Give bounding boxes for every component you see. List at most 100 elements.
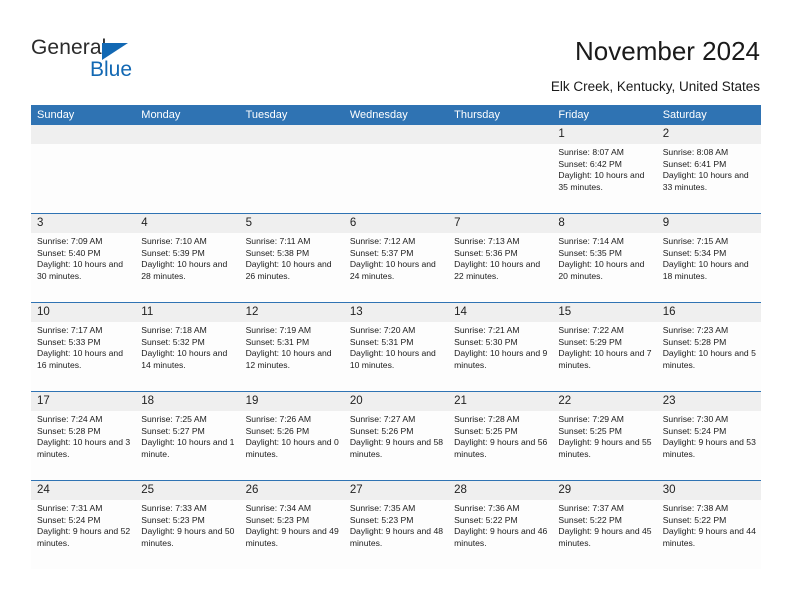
sunset-text: Sunset: 5:26 PM — [349, 425, 414, 436]
day-number-band — [31, 125, 136, 144]
calendar-day-cell[interactable]: 24 Sunrise: 7:31 AM Sunset: 5:24 PM Dayligh… — [31, 481, 136, 569]
day-number: 1 — [558, 128, 565, 140]
day-sun-info: Sunrise: 7:23 AM Sunset: 5:28 PM Daylight:… — [657, 322, 761, 371]
day-number: 22 — [558, 395, 572, 407]
calendar-day-cell[interactable]: 23 Sunrise: 7:30 AM Sunset: 5:24 PM Dayligh… — [656, 392, 761, 480]
daylight-text: Daylight: 10 hours and 33 minutes. — [662, 170, 749, 192]
page-header: General Blue November 2024 Elk Creek, Ke… — [0, 0, 792, 100]
calendar-week-row: 10 Sunrise: 7:17 AM Sunset: 5:33 PM Dayligh… — [31, 302, 761, 391]
day-number: 30 — [662, 484, 676, 496]
sunset-text: Sunset: 5:34 PM — [662, 247, 727, 258]
sunrise-text: Sunrise: 7:31 AM — [37, 503, 103, 513]
calendar-day-cell[interactable]: 6 Sunrise: 7:12 AM Sunset: 5:37 PM Daylight… — [343, 214, 449, 302]
day-number: 7 — [454, 217, 461, 229]
day-number-band: 11 — [135, 303, 240, 322]
day-sun-info: Sunrise: 8:07 AM Sunset: 6:42 PM Daylight:… — [552, 144, 656, 193]
day-number-band: 24 — [31, 481, 136, 500]
calendar-day-cell[interactable]: 8 Sunrise: 7:14 AM Sunset: 5:35 PM Daylight… — [552, 214, 657, 302]
day-sun-info: Sunrise: 7:17 AM Sunset: 5:33 PM Daylight:… — [31, 322, 135, 371]
daylight-text: Daylight: 9 hours and 58 minutes. — [349, 437, 444, 459]
day-number: 19 — [245, 395, 259, 407]
calendar-day-cell[interactable]: 2 Sunrise: 8:08 AM Sunset: 6:41 PM Daylight… — [656, 125, 761, 213]
calendar-day-cell[interactable]: 14 Sunrise: 7:21 AM Sunset: 5:30 PM Dayligh… — [448, 303, 553, 391]
calendar-day-cell[interactable]: 9 Sunrise: 7:15 AM Sunset: 5:34 PM Daylight… — [656, 214, 761, 302]
calendar-day-cell[interactable]: 4 Sunrise: 7:10 AM Sunset: 5:39 PM Daylight… — [135, 214, 240, 302]
calendar-day-cell[interactable]: 21 Sunrise: 7:28 AM Sunset: 5:25 PM Dayligh… — [448, 392, 553, 480]
calendar-day-cell[interactable]: 12 Sunrise: 7:19 AM Sunset: 5:31 PM Dayligh… — [239, 303, 344, 391]
sunset-text: Sunset: 5:25 PM — [558, 425, 622, 436]
day-sun-info: Sunrise: 7:27 AM Sunset: 5:26 PM Daylight:… — [344, 411, 448, 460]
sunrise-text: Sunrise: 7:28 AM — [454, 414, 520, 424]
day-sun-info: Sunrise: 7:22 AM Sunset: 5:29 PM Daylight:… — [552, 322, 656, 371]
day-number-band: 6 — [343, 214, 449, 233]
sunset-text: Sunset: 5:31 PM — [349, 336, 414, 347]
general-blue-logo[interactable]: General Blue — [31, 36, 211, 88]
sunrise-text: Sunrise: 7:20 AM — [349, 325, 416, 335]
day-sun-info: Sunrise: 7:10 AM Sunset: 5:39 PM Daylight:… — [135, 233, 239, 282]
daylight-text: Daylight: 9 hours and 56 minutes. — [454, 437, 548, 459]
calendar-day-cell[interactable]: 20 Sunrise: 7:27 AM Sunset: 5:26 PM Dayligh… — [343, 392, 449, 480]
calendar-day-cell[interactable]: 15 Sunrise: 7:22 AM Sunset: 5:29 PM Dayligh… — [552, 303, 657, 391]
sunset-text: Sunset: 5:24 PM — [37, 514, 101, 525]
day-sun-info: Sunrise: 7:26 AM Sunset: 5:26 PM Daylight:… — [240, 411, 344, 460]
calendar-day-cell[interactable]: 3 Sunrise: 7:09 AM Sunset: 5:40 PM Daylight… — [31, 214, 136, 302]
daylight-text: Daylight: 9 hours and 52 minutes. — [37, 526, 131, 548]
calendar-day-cell[interactable]: 19 Sunrise: 7:26 AM Sunset: 5:26 PM Dayligh… — [239, 392, 344, 480]
calendar-day-cell-empty — [239, 125, 344, 213]
calendar-day-cell[interactable]: 27 Sunrise: 7:35 AM Sunset: 5:23 PM Dayligh… — [343, 481, 449, 569]
daylight-text: Daylight: 10 hours and 16 minutes. — [37, 348, 123, 370]
day-number: 15 — [558, 306, 572, 318]
sunset-text: Sunset: 5:37 PM — [349, 247, 414, 258]
calendar-weeks: 1 Sunrise: 8:07 AM Sunset: 6:42 PM Daylight… — [31, 125, 761, 569]
sunrise-text: Sunrise: 8:07 AM — [558, 147, 624, 157]
day-number-band: 19 — [239, 392, 344, 411]
calendar-day-cell[interactable]: 16 Sunrise: 7:23 AM Sunset: 5:28 PM Dayligh… — [656, 303, 761, 391]
day-number-band: 17 — [31, 392, 136, 411]
calendar-day-cell[interactable]: 11 Sunrise: 7:18 AM Sunset: 5:32 PM Dayligh… — [135, 303, 240, 391]
calendar-day-cell[interactable]: 26 Sunrise: 7:34 AM Sunset: 5:23 PM Dayligh… — [239, 481, 344, 569]
calendar-day-cell[interactable]: 18 Sunrise: 7:25 AM Sunset: 5:27 PM Dayligh… — [135, 392, 240, 480]
weekday-header-sunday: Sunday — [37, 109, 75, 121]
day-sun-info: Sunrise: 7:25 AM Sunset: 5:27 PM Daylight:… — [135, 411, 239, 460]
daylight-text: Daylight: 10 hours and 1 minute. — [141, 437, 235, 459]
page-title: November 2024 — [575, 36, 760, 66]
calendar-day-cell[interactable]: 22 Sunrise: 7:29 AM Sunset: 5:25 PM Dayligh… — [552, 392, 657, 480]
day-sun-info: Sunrise: 7:36 AM Sunset: 5:22 PM Daylight:… — [448, 500, 552, 549]
sunset-text: Sunset: 5:40 PM — [37, 247, 101, 258]
calendar-day-cell[interactable]: 29 Sunrise: 7:37 AM Sunset: 5:22 PM Dayligh… — [552, 481, 657, 569]
daylight-text: Daylight: 10 hours and 10 minutes. — [349, 348, 436, 370]
calendar-day-cell[interactable]: 1 Sunrise: 8:07 AM Sunset: 6:42 PM Daylight… — [552, 125, 657, 213]
calendar-day-cell[interactable]: 25 Sunrise: 7:33 AM Sunset: 5:23 PM Dayligh… — [135, 481, 240, 569]
day-sun-info: Sunrise: 7:33 AM Sunset: 5:23 PM Daylight:… — [135, 500, 239, 549]
sunrise-text: Sunrise: 7:15 AM — [662, 236, 729, 246]
day-number-band: 27 — [343, 481, 449, 500]
sunrise-text: Sunrise: 7:35 AM — [349, 503, 416, 513]
calendar-day-cell[interactable]: 28 Sunrise: 7:36 AM Sunset: 5:22 PM Dayligh… — [448, 481, 553, 569]
day-sun-info: Sunrise: 7:19 AM Sunset: 5:31 PM Daylight:… — [240, 322, 344, 371]
sunset-text: Sunset: 5:32 PM — [141, 336, 205, 347]
sunrise-text: Sunrise: 7:25 AM — [141, 414, 207, 424]
daylight-text: Daylight: 9 hours and 45 minutes. — [558, 526, 652, 548]
calendar-day-cell-empty — [448, 125, 553, 213]
calendar-day-cell[interactable]: 30 Sunrise: 7:38 AM Sunset: 5:22 PM Dayligh… — [656, 481, 761, 569]
sunrise-text: Sunrise: 7:27 AM — [349, 414, 416, 424]
calendar-day-cell[interactable]: 5 Sunrise: 7:11 AM Sunset: 5:38 PM Daylight… — [239, 214, 344, 302]
sunset-text: Sunset: 5:22 PM — [662, 514, 727, 525]
calendar-day-cell[interactable]: 17 Sunrise: 7:24 AM Sunset: 5:28 PM Dayligh… — [31, 392, 136, 480]
sunrise-text: Sunrise: 7:18 AM — [141, 325, 207, 335]
daylight-text: Daylight: 10 hours and 3 minutes. — [37, 437, 131, 459]
calendar-day-cell[interactable]: 13 Sunrise: 7:20 AM Sunset: 5:31 PM Dayligh… — [343, 303, 449, 391]
sunset-text: Sunset: 6:42 PM — [558, 158, 622, 169]
calendar-day-cell[interactable]: 10 Sunrise: 7:17 AM Sunset: 5:33 PM Dayligh… — [31, 303, 136, 391]
calendar-day-cell[interactable]: 7 Sunrise: 7:13 AM Sunset: 5:36 PM Daylight… — [448, 214, 553, 302]
day-number: 27 — [349, 484, 363, 496]
day-number-band: 12 — [239, 303, 344, 322]
day-number: 13 — [349, 306, 363, 318]
day-sun-info: Sunrise: 7:34 AM Sunset: 5:23 PM Daylight:… — [240, 500, 344, 549]
day-number: 26 — [245, 484, 259, 496]
day-number-band — [135, 125, 240, 144]
day-number: 9 — [662, 217, 670, 229]
sunrise-text: Sunrise: 7:11 AM — [245, 236, 311, 246]
sunrise-text: Sunrise: 7:26 AM — [245, 414, 312, 424]
sunset-text: Sunset: 5:30 PM — [454, 336, 518, 347]
